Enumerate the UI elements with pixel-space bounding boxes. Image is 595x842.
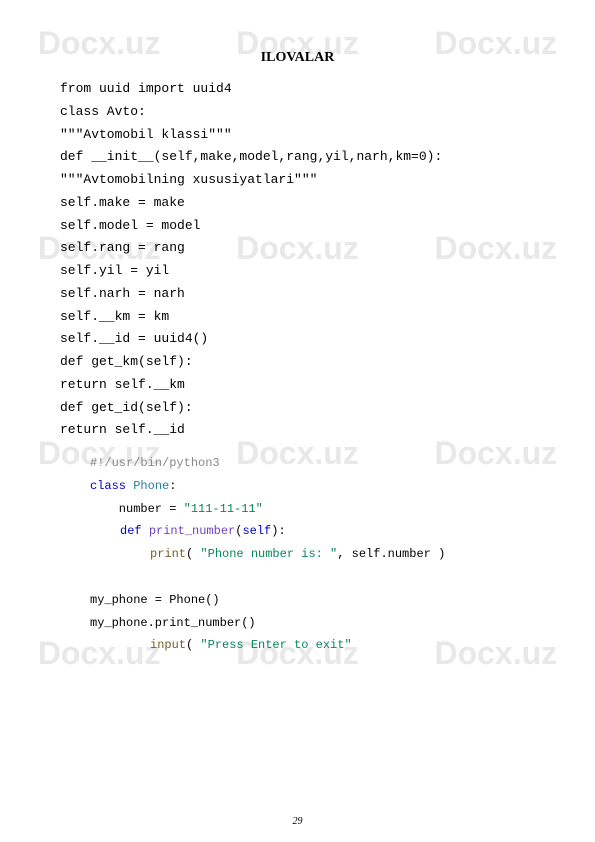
comment-text: #!/usr/bin/python3 [90,456,220,470]
code-line: self.rang = rang [60,237,535,260]
string: "Phone number is: " [200,547,337,561]
page-title: ILOVALAR [60,50,535,66]
page-content: ILOVALAR from uuid import uuid4 class Av… [0,0,595,687]
code-line: self.model = model [60,215,535,238]
builtin: print [150,547,186,561]
string: "Press Enter to exit" [200,638,351,652]
code-line: #!/usr/bin/python3 [60,452,535,475]
code-line: """Avtomobilning xususiyatlari""" [60,169,535,192]
python-highlighted-block: #!/usr/bin/python3 class Phone: number =… [60,452,535,657]
code-line: self.make = make [60,192,535,215]
code-line: self.yil = yil [60,260,535,283]
code-line: number = "111-11-11" [60,498,535,521]
colon: : [169,479,176,493]
keyword: def [120,524,142,538]
keyword: class [90,479,126,493]
code-line: def print_number(self): [60,520,535,543]
code-line: def __init__(self,make,model,rang,yil,na… [60,146,535,169]
code-line: print( "Phone number is: ", self.number … [60,543,535,566]
assign: number = [90,502,184,516]
string: "111-11-11" [184,502,263,516]
code-line: def get_km(self): [60,351,535,374]
func-name: print_number [149,524,235,538]
code-line: my_phone.print_number() [60,612,535,635]
code-line: class Avto: [60,101,535,124]
code-line: return self.__id [60,419,535,442]
tail: , self.number ) [337,547,445,561]
self-kw: self [242,524,271,538]
code-line: return self.__km [60,374,535,397]
page-number: 29 [0,816,595,827]
code-line: from uuid import uuid4 [60,78,535,101]
code-line: self.__km = km [60,306,535,329]
code-line: my_phone = Phone() [60,589,535,612]
code-line: self.narh = narh [60,283,535,306]
blank-line [60,566,535,589]
code-line: """Avtomobil klassi""" [60,124,535,147]
builtin: input [150,638,186,652]
code-line: class Phone: [60,475,535,498]
code-line: self.__id = uuid4() [60,328,535,351]
code-line: def get_id(self): [60,397,535,420]
class-name: Phone [133,479,169,493]
code-line: input( "Press Enter to exit" [60,634,535,657]
